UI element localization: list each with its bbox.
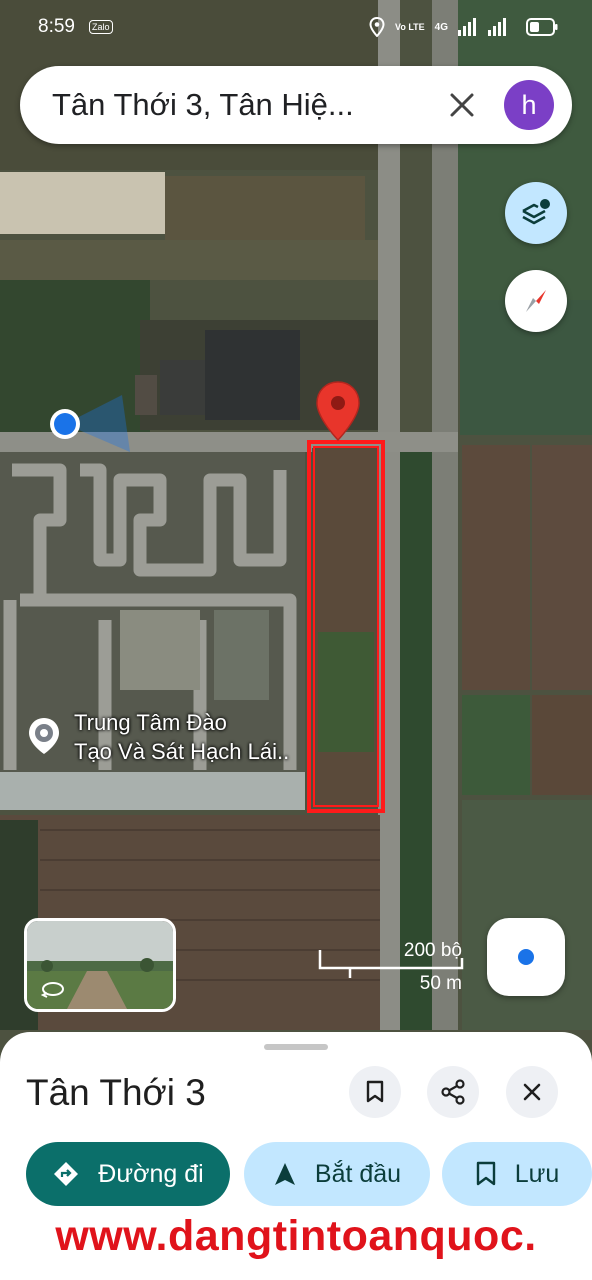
clear-search-button[interactable]	[440, 83, 484, 127]
place-label[interactable]: Trung Tâm Đào Tạo Và Sát Hạch Lái..	[74, 708, 289, 766]
close-sheet-button[interactable]	[506, 1066, 558, 1118]
location-icon	[369, 17, 385, 37]
start-label: Bắt đầu	[314, 1159, 402, 1188]
place-marker[interactable]	[26, 716, 62, 761]
save-label: Lưu	[514, 1159, 560, 1188]
network-type-icon: 4G	[434, 21, 448, 33]
compass-button[interactable]	[505, 270, 567, 332]
my-location-icon	[518, 949, 534, 965]
search-bar[interactable]: Tân Thới 3, Tân Hiệ... h	[20, 66, 572, 144]
bookmark-icon	[476, 1161, 495, 1186]
search-query[interactable]: Tân Thới 3, Tân Hiệ...	[52, 87, 440, 123]
save-button[interactable]: Lưu	[442, 1142, 592, 1206]
avatar-letter: h	[521, 89, 537, 120]
share-button[interactable]	[427, 1066, 479, 1118]
directions-icon	[54, 1162, 79, 1186]
rotate-360-icon	[41, 982, 64, 998]
navigation-arrow-icon	[274, 1163, 295, 1185]
zalo-notification-icon: Zalo	[88, 20, 113, 34]
layers-button[interactable]	[505, 182, 567, 244]
place-label-line1: Trung Tâm Đào	[74, 710, 227, 735]
start-navigation-button[interactable]: Bắt đầu	[244, 1142, 430, 1206]
close-icon	[450, 93, 474, 117]
my-location-button[interactable]	[487, 918, 565, 996]
volte-icon: Vo LTE	[394, 21, 425, 32]
scale-metric: 50 m	[419, 973, 462, 994]
place-label-line2: Tạo Và Sát Hạch Lái..	[74, 739, 290, 764]
avatar[interactable]: h	[504, 80, 554, 130]
sheet-drag-handle[interactable]	[264, 1044, 328, 1050]
map-scale: 200 bộ 50 m	[316, 938, 466, 998]
share-icon	[441, 1079, 465, 1105]
directions-label: Đường đi	[98, 1159, 204, 1188]
scale-imperial: 200 bộ	[403, 940, 462, 961]
status-time: 8:59	[38, 16, 75, 37]
signal-icon	[458, 18, 506, 36]
battery-icon	[526, 18, 558, 36]
map-pin-icon[interactable]	[314, 380, 362, 442]
compass-icon	[526, 290, 546, 312]
close-icon	[523, 1083, 541, 1101]
layers-icon	[522, 199, 550, 225]
directions-button[interactable]: Đường đi	[26, 1142, 230, 1206]
street-view-thumbnail[interactable]	[24, 918, 176, 1012]
save-place-button[interactable]	[349, 1066, 401, 1118]
place-marker-icon	[29, 718, 59, 754]
bookmark-icon	[366, 1080, 384, 1103]
place-title: Tân Thới 3	[26, 1072, 206, 1113]
status-bar: 8:59 Zalo Vo LTE 4G	[0, 0, 592, 54]
watermark-text: www.dangtintoanquoc.	[55, 1212, 537, 1260]
